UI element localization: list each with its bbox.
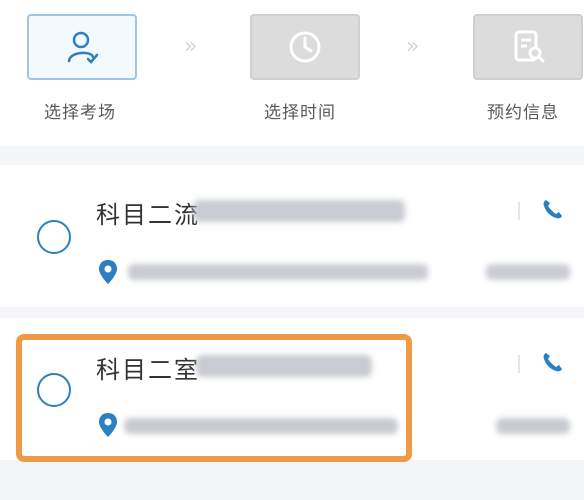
booking-steps: » » 选择考场 选择时间 预约信息 (0, 0, 584, 146)
venue-card[interactable]: 科目二流 (0, 165, 584, 307)
step-select-time[interactable] (250, 14, 360, 80)
step-label-venue: 选择考场 (44, 103, 116, 123)
highlight-annotation (16, 334, 412, 462)
redacted-venue-name (193, 200, 405, 222)
phone-icon[interactable] (540, 198, 564, 222)
venue-radio[interactable] (37, 220, 71, 254)
venue-name: 科目二流 (96, 201, 200, 229)
redacted-address (128, 264, 428, 280)
step-select-venue[interactable] (27, 14, 137, 80)
divider (518, 202, 520, 220)
step-label-info: 预约信息 (487, 103, 559, 123)
location-pin-icon (99, 260, 117, 284)
divider (518, 355, 520, 373)
redacted-distance (486, 264, 570, 280)
user-check-icon (67, 31, 99, 64)
clock-icon (289, 31, 321, 63)
phone-icon[interactable] (540, 351, 564, 375)
step-booking-info[interactable] (473, 14, 583, 80)
document-search-icon (514, 30, 545, 63)
step-chevron-icon: » (184, 34, 198, 59)
step-chevron-icon: » (406, 34, 420, 59)
redacted-distance (496, 418, 570, 434)
step-label-time: 选择时间 (264, 103, 336, 123)
